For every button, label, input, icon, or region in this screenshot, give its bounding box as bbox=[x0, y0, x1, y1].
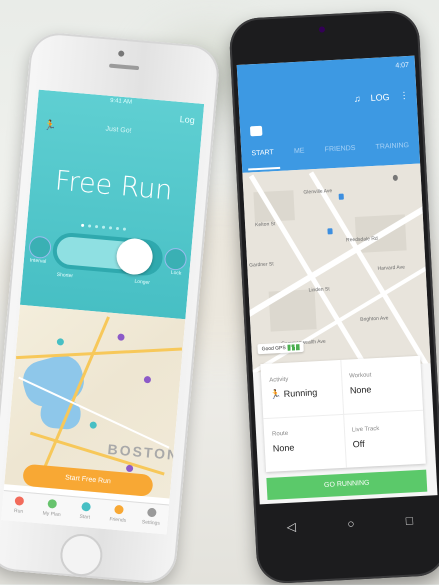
iphone-device: 9:41 AM Log 🏃 Just Go! Free Run Interval… bbox=[0, 30, 222, 585]
tab-friends[interactable]: FRIENDS bbox=[325, 145, 356, 154]
toolbar-actions: ♫ LOG ⋮ bbox=[354, 90, 409, 104]
page-title: Free Run bbox=[53, 165, 174, 207]
tab-my-plan[interactable]: My Plan bbox=[34, 494, 70, 527]
street-label: Harvard Ave bbox=[377, 264, 406, 272]
slider-min-label: Shorter bbox=[56, 271, 74, 280]
plan-icon bbox=[47, 498, 58, 509]
subtitle: Just Go! bbox=[105, 125, 132, 135]
tab-settings[interactable]: Settings bbox=[133, 503, 169, 535]
tab-me[interactable]: ME bbox=[294, 148, 305, 156]
location-marker[interactable] bbox=[338, 193, 344, 200]
tab-friends[interactable]: Friends bbox=[100, 500, 136, 533]
home-button[interactable] bbox=[58, 532, 105, 578]
tab-start[interactable]: START bbox=[251, 149, 274, 157]
tab-row: START ME FRIENDS TRAINING bbox=[241, 142, 419, 158]
street-label: Brighton Ave bbox=[360, 315, 389, 323]
location-marker[interactable] bbox=[327, 228, 333, 235]
camera bbox=[318, 26, 326, 33]
free-run-header: 9:41 AM Log 🏃 Just Go! Free Run Interval… bbox=[19, 89, 205, 320]
page-indicator bbox=[80, 223, 141, 233]
poi-marker[interactable] bbox=[143, 375, 152, 384]
interval-label: Interval bbox=[29, 257, 47, 265]
music-icon[interactable]: ♫ bbox=[354, 93, 361, 103]
activity-cell[interactable]: Activity 🏃 Running bbox=[260, 359, 345, 420]
locate-me-icon[interactable] bbox=[392, 174, 398, 181]
street bbox=[308, 171, 431, 372]
poi-marker[interactable] bbox=[56, 338, 65, 346]
lock-label: Lock bbox=[170, 269, 182, 277]
overflow-menu-icon[interactable]: ⋮ bbox=[399, 90, 409, 101]
iphone-screen: 9:41 AM Log 🏃 Just Go! Free Run Interval… bbox=[1, 89, 205, 535]
tab-indicator bbox=[248, 166, 281, 171]
lock-icon[interactable] bbox=[163, 247, 188, 272]
distance-slider[interactable] bbox=[51, 231, 165, 277]
slider-max-label: Longer bbox=[134, 278, 151, 286]
poi-marker[interactable] bbox=[89, 421, 98, 429]
tab-bar: Run My Plan Start Friends Settings bbox=[1, 490, 170, 535]
interval-icon[interactable] bbox=[28, 235, 52, 260]
recents-icon[interactable]: □ bbox=[405, 513, 413, 527]
map[interactable]: Glenville Ave Kelton St Linden St Common… bbox=[242, 163, 431, 373]
street-label: Glenville Ave bbox=[303, 188, 333, 196]
run-icon bbox=[14, 496, 25, 506]
back-icon[interactable]: ◁ bbox=[286, 520, 296, 534]
go-running-button[interactable]: GO RUNNING bbox=[266, 469, 428, 500]
poi-marker[interactable] bbox=[117, 333, 125, 341]
running-icon: 🏃 bbox=[269, 388, 284, 400]
android-screen: 4:07 ♫ LOG ⋮ START ME FRIENDS TRAINING G… bbox=[236, 55, 438, 505]
street-label: Gardner St bbox=[249, 261, 274, 269]
android-device: 4:07 ♫ LOG ⋮ START ME FRIENDS TRAINING G… bbox=[228, 9, 439, 585]
poi-marker[interactable] bbox=[125, 464, 134, 473]
start-icon bbox=[80, 501, 91, 512]
tab-training[interactable]: TRAINING bbox=[375, 142, 409, 151]
live-track-cell[interactable]: Live Track Off bbox=[343, 410, 426, 468]
camera bbox=[117, 50, 125, 57]
tab-start[interactable]: Start bbox=[67, 497, 103, 530]
log-button[interactable]: Log bbox=[179, 114, 195, 125]
friends-icon bbox=[113, 504, 124, 515]
android-nav-bar: ◁ ○ □ bbox=[260, 499, 439, 548]
road bbox=[16, 347, 182, 360]
street-label: Kelton St bbox=[254, 221, 276, 229]
settings-icon bbox=[146, 507, 157, 518]
log-button[interactable]: LOG bbox=[370, 92, 390, 103]
speaker bbox=[108, 63, 140, 71]
home-icon[interactable]: ○ bbox=[347, 516, 355, 530]
route-cell[interactable]: Route None bbox=[263, 413, 347, 473]
app-bar: 4:07 ♫ LOG ⋮ START ME FRIENDS TRAINING bbox=[236, 55, 421, 173]
status-bar-time: 9:41 AM bbox=[109, 97, 133, 106]
slider-knob[interactable] bbox=[115, 237, 155, 277]
tab-run[interactable]: Run bbox=[1, 491, 37, 524]
signal-icon bbox=[287, 344, 300, 351]
feed-icon[interactable] bbox=[249, 125, 263, 137]
workout-cell[interactable]: Workout None bbox=[340, 355, 424, 415]
status-bar-time: 4:07 bbox=[395, 61, 410, 70]
run-settings-card: Activity 🏃 Running Workout None Route No… bbox=[260, 355, 426, 473]
street-label: Linden St bbox=[308, 286, 330, 294]
